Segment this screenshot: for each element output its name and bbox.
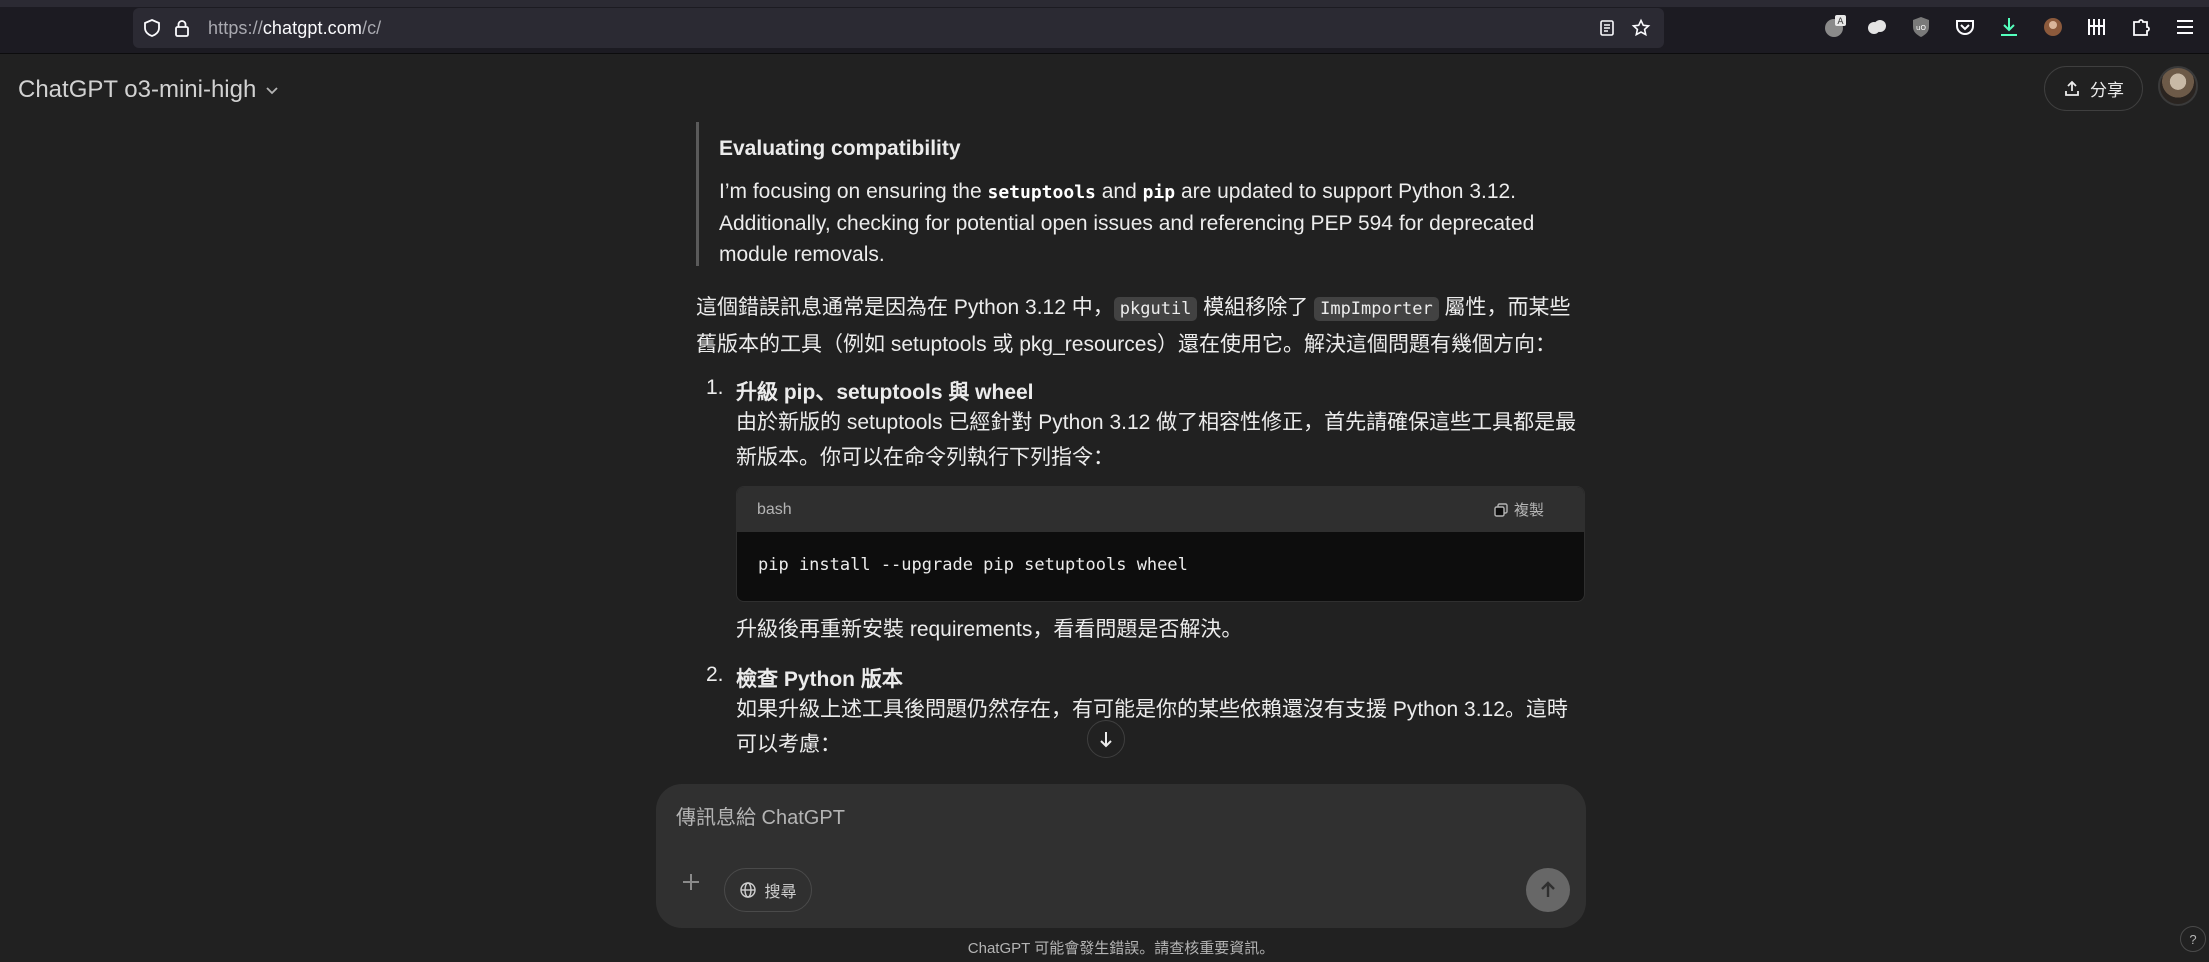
reasoning-text-part: I’m focusing on ensuring the [719, 180, 988, 203]
copy-code-button[interactable]: 複製 [1494, 499, 1544, 520]
arrow-down-icon [1100, 732, 1112, 748]
message-input[interactable]: 傳訊息給 ChatGPT [676, 801, 845, 830]
model-label: ChatGPT o3-mini-high [18, 76, 257, 103]
url-text[interactable]: https://chatgpt.com/c/ [208, 18, 381, 39]
profile-extension-icon[interactable] [2040, 14, 2066, 40]
search-label: 搜尋 [764, 884, 797, 901]
share-upload-icon [2065, 80, 2079, 96]
list-item-title: 檢查 Python 版本 [736, 668, 903, 691]
answer-text-part: 這個錯誤訊息通常是因為在 Python 3.12 中， [696, 296, 1114, 319]
attach-plus-icon[interactable] [679, 870, 703, 894]
disclaimer-text: ChatGPT 可能會發生錯誤。請查核重要資訊。 [967, 940, 1275, 957]
list-item-after: 升級後再重新安裝 requirements，看看問題是否解決。 [736, 618, 1243, 641]
inline-code: pip [1142, 182, 1176, 203]
code-content: pip install --upgrade pip setuptools whe… [758, 555, 1188, 575]
reasoning-text: I’m focusing on ensuring the setuptools … [719, 176, 1559, 270]
downloads-icon[interactable] [1996, 14, 2022, 40]
search-toggle-button[interactable]: 搜尋 [724, 868, 812, 912]
copy-label: 複製 [1513, 502, 1544, 519]
inline-code: setuptools [987, 182, 1096, 203]
avatar[interactable] [2158, 66, 2198, 106]
list-item-body: 如果升級上述工具後問題仍然存在，有可能是你的某些依賴還沒有支援 Python 3… [736, 698, 1568, 756]
reader-view-icon[interactable] [1597, 18, 1617, 38]
globe-icon [740, 882, 757, 898]
help-button[interactable]: ? [2180, 926, 2206, 952]
inline-code: pkgutil [1113, 297, 1198, 321]
send-button[interactable] [1526, 868, 1570, 912]
shield-icon[interactable] [142, 18, 162, 38]
arrow-up-icon [1541, 881, 1555, 897]
url-scheme: https:// [208, 18, 263, 38]
list-item-number: 1. [706, 376, 724, 399]
message-composer[interactable]: 傳訊息給 ChatGPT 搜尋 [656, 784, 1586, 928]
chevron-down-icon [266, 87, 278, 95]
model-switcher[interactable]: ChatGPT o3-mini-high [18, 72, 280, 108]
pocket-icon[interactable] [1952, 14, 1978, 40]
library-icon[interactable] [2084, 14, 2110, 40]
scroll-to-bottom-button[interactable] [1087, 720, 1125, 758]
ublock-icon[interactable]: uO [1908, 14, 1934, 40]
extension-cloud-icon[interactable] [1864, 14, 1890, 40]
browser-toolbar: https://chatgpt.com/c/ A uO [0, 0, 2209, 54]
copy-icon [1494, 502, 1508, 517]
list-item-number: 2. [706, 663, 724, 686]
share-button[interactable]: 分享 [2044, 66, 2143, 111]
reasoning-block: Evaluating compatibility I’m focusing on… [696, 122, 1576, 266]
extensions-puzzle-icon[interactable] [2128, 14, 2154, 40]
answer-intro: 這個錯誤訊息通常是因為在 Python 3.12 中， pkgutil 模組移除了… [696, 290, 1576, 362]
inline-code: ImpImporter [1314, 297, 1439, 321]
svg-text:A: A [1837, 17, 1844, 27]
url-path: /c/ [361, 18, 382, 38]
list-item-body: 由於新版的 setuptools 已經針對 Python 3.12 做了相容性修… [736, 411, 1577, 469]
answer-text-part: 模組移除了 [1197, 296, 1315, 319]
address-bar[interactable]: https://chatgpt.com/c/ [133, 8, 1664, 48]
reasoning-text-part: and [1095, 180, 1143, 203]
url-host: chatgpt.com [262, 18, 362, 38]
code-block: bash 複製 pip install --upgrade pip setupt… [736, 486, 1585, 602]
share-label: 分享 [2090, 81, 2124, 100]
bookmark-star-icon[interactable] [1631, 18, 1651, 38]
svg-text:uO: uO [1916, 24, 1926, 32]
extension-toolbar: A uO [1818, 14, 2209, 42]
list-item-title: 升級 pip、setuptools 與 wheel [736, 381, 1034, 404]
code-block-header: bash 複製 [737, 487, 1584, 532]
translate-icon[interactable]: A [1822, 14, 1848, 40]
menu-icon[interactable] [2172, 14, 2198, 40]
code-language: bash [757, 500, 792, 518]
reasoning-title: Evaluating compatibility [719, 137, 961, 160]
lock-icon[interactable] [172, 18, 192, 38]
